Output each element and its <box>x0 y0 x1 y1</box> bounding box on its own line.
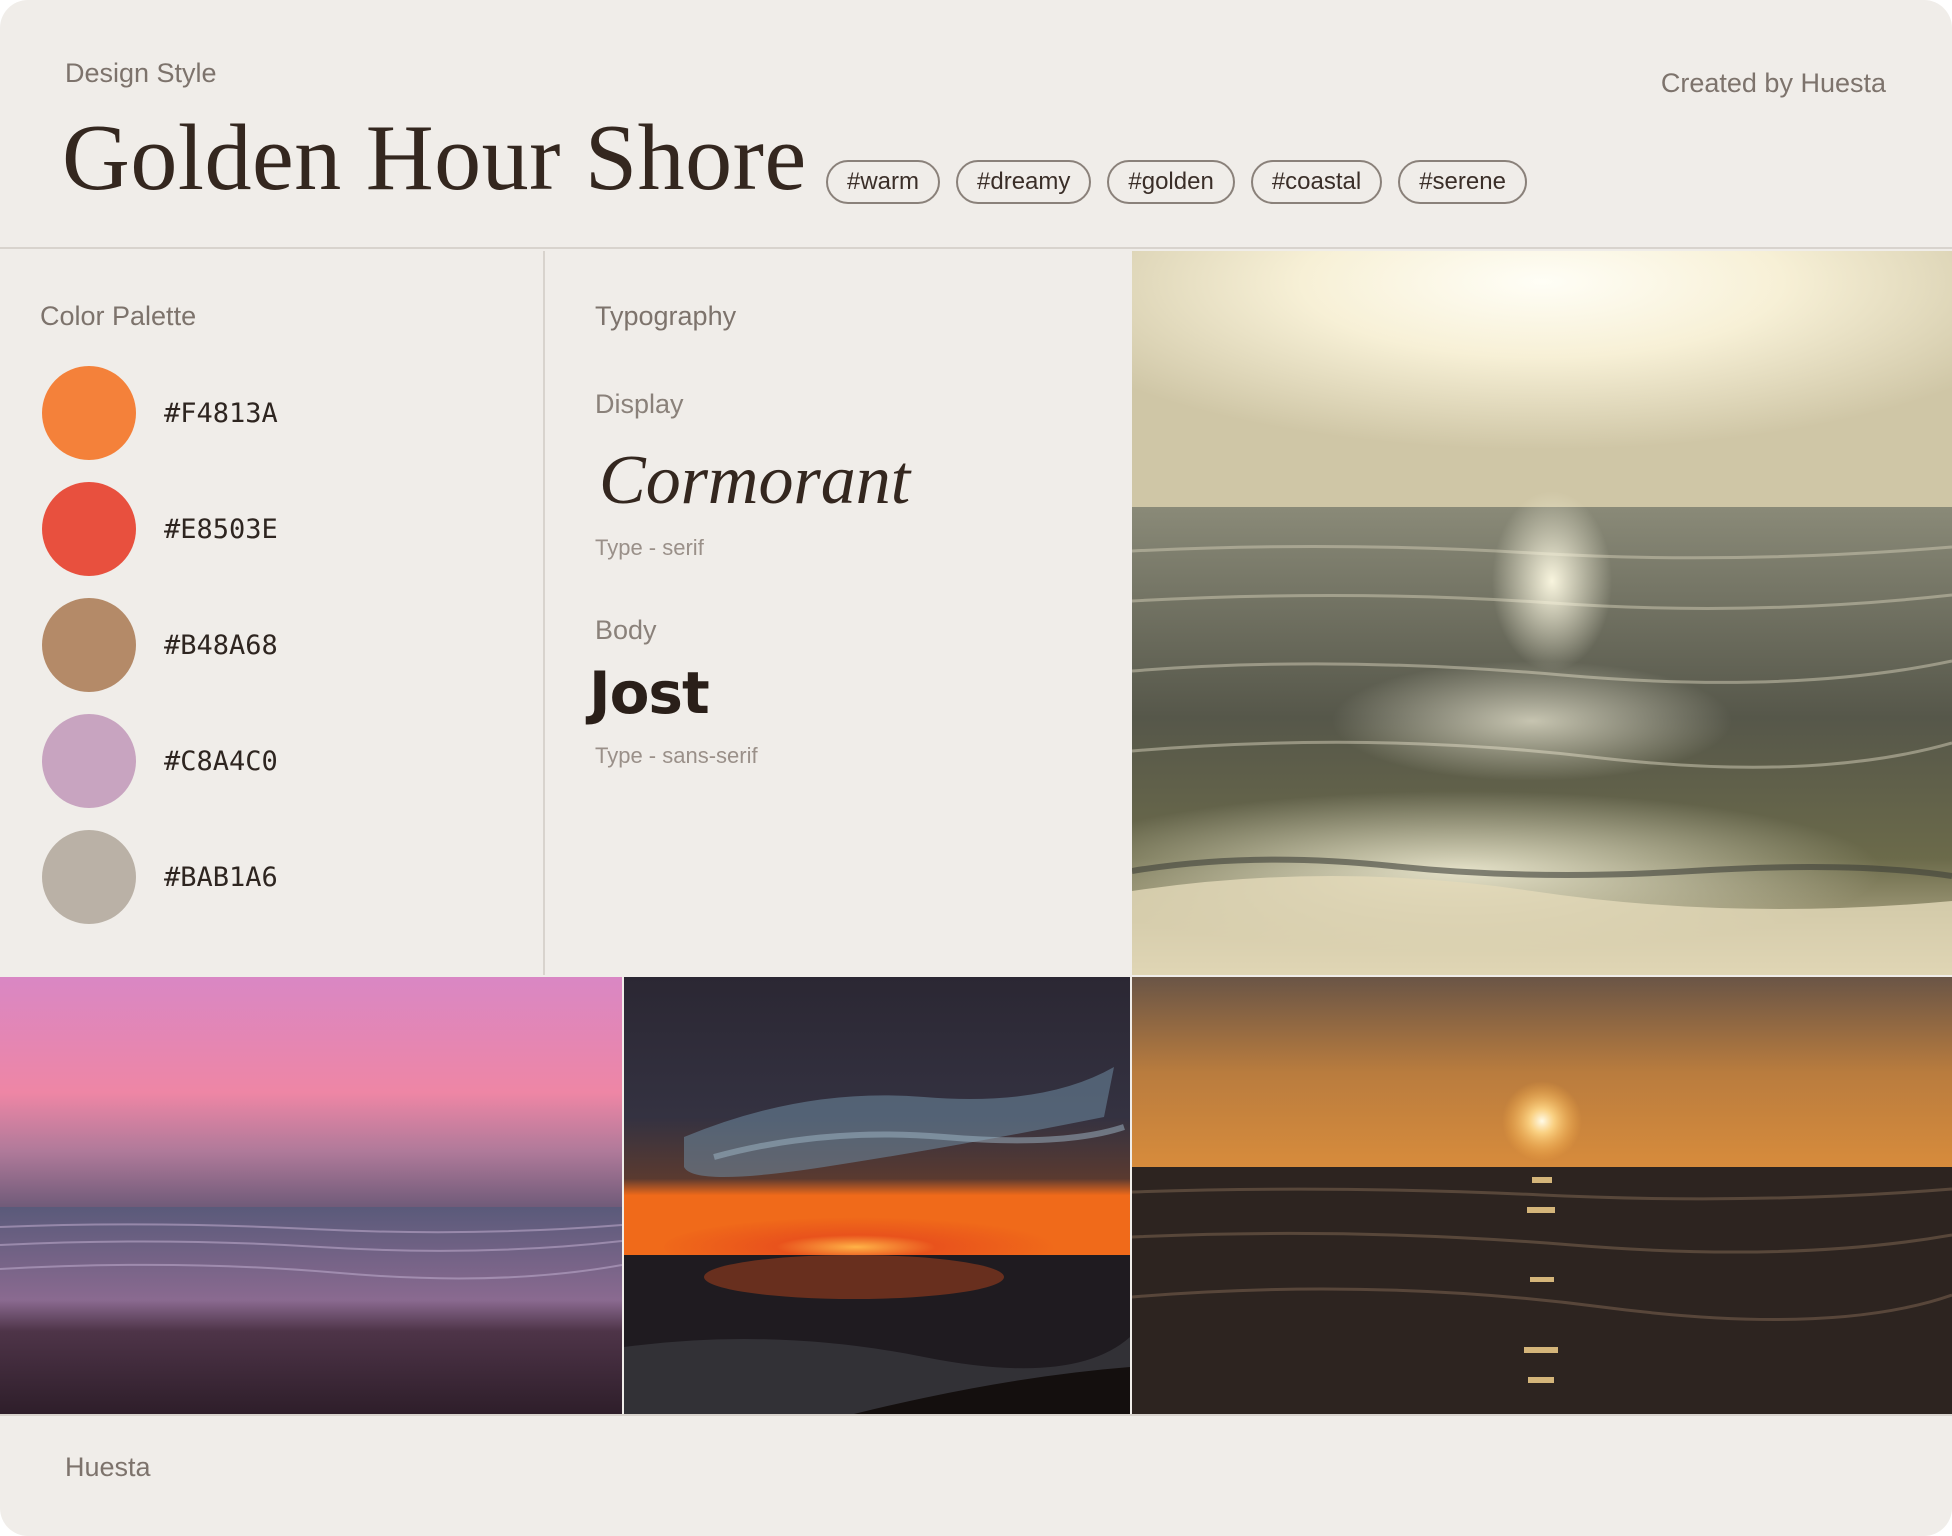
photo-sunlit-waves-image <box>1132 251 1952 975</box>
palette-row: #BAB1A6 <box>42 830 278 924</box>
tag-list: #warm #dreamy #golden #coastal #serene <box>826 160 1527 204</box>
photo-amber-sunset <box>1132 977 1952 1414</box>
tag-warm[interactable]: #warm <box>826 160 941 204</box>
color-swatch[interactable] <box>42 366 136 460</box>
color-swatch[interactable] <box>42 830 136 924</box>
display-font-label: Display <box>595 389 684 419</box>
photo-pink-sunset-image <box>0 977 622 1414</box>
display-font-sample: Cormorant <box>599 442 911 519</box>
palette-row: #C8A4C0 <box>42 714 278 808</box>
body-font-sample: Jost <box>589 659 710 727</box>
footer-divider <box>0 1414 1952 1416</box>
photo-dark-sunset <box>624 977 1130 1414</box>
color-swatch[interactable] <box>42 482 136 576</box>
eyebrow-label: Design Style <box>65 58 217 88</box>
page-title: Golden Hour Shore <box>62 106 807 210</box>
palette-row: #F4813A <box>42 366 278 460</box>
tag-coastal[interactable]: #coastal <box>1250 160 1383 204</box>
tag-golden[interactable]: #golden <box>1107 160 1235 204</box>
tag-serene[interactable]: #serene <box>1398 160 1527 204</box>
color-swatch[interactable] <box>42 598 136 692</box>
palette-row: #B48A68 <box>42 598 278 692</box>
palette-heading: Color Palette <box>40 301 197 331</box>
body-font-type: Type - sans-serif <box>595 743 758 768</box>
body-font-label: Body <box>595 615 657 645</box>
typography-heading: Typography <box>595 301 737 331</box>
color-hex: #F4813A <box>164 397 278 429</box>
tag-dreamy[interactable]: #dreamy <box>956 160 1092 204</box>
color-hex: #B48A68 <box>164 629 278 661</box>
photo-amber-sunset-image <box>1132 977 1952 1414</box>
color-hex: #E8503E <box>164 513 278 545</box>
palette-row: #E8503E <box>42 482 278 576</box>
header: Design Style Golden Hour Shore #warm #dr… <box>0 0 1952 249</box>
color-hex: #C8A4C0 <box>164 745 278 777</box>
typography-panel: Typography Display Cormorant Type - seri… <box>547 251 1130 975</box>
photo-pink-sunset <box>0 977 622 1414</box>
display-font-type: Type - serif <box>595 535 704 560</box>
color-palette-panel: Color Palette #F4813A #E8503E #B48A68 #C… <box>0 251 545 975</box>
color-hex: #BAB1A6 <box>164 861 278 893</box>
style-card: Design Style Golden Hour Shore #warm #dr… <box>0 0 1952 1536</box>
credit-label: Created by Huesta <box>1660 68 1886 98</box>
footer-brand: Huesta <box>65 1452 151 1482</box>
color-swatch[interactable] <box>42 714 136 808</box>
photo-sunlit-waves <box>1132 251 1952 975</box>
photo-dark-sunset-image <box>624 977 1130 1414</box>
